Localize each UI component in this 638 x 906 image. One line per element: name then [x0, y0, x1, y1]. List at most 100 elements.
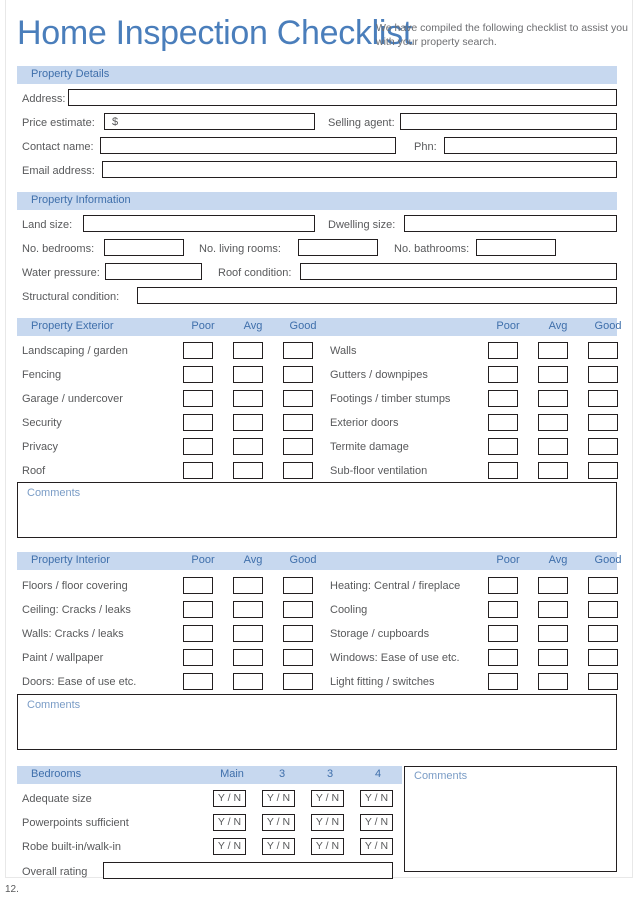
- checkbox-windows-good[interactable]: [588, 649, 618, 666]
- checkbox-landscaping-poor[interactable]: [183, 342, 213, 359]
- checkbox-paint-poor[interactable]: [183, 649, 213, 666]
- checkbox-walls-avg[interactable]: [538, 342, 568, 359]
- checkbox-light-poor[interactable]: [488, 673, 518, 690]
- checkbox-paint-good[interactable]: [283, 649, 313, 666]
- checkbox-cooling-good[interactable]: [588, 601, 618, 618]
- checkbox-light-avg[interactable]: [538, 673, 568, 690]
- checkbox-doors-good[interactable]: [283, 673, 313, 690]
- checkbox-privacy-good[interactable]: [283, 438, 313, 455]
- yn-robe-4[interactable]: Y / N: [360, 838, 393, 855]
- input-phone[interactable]: [444, 137, 617, 154]
- page-frame-left: [5, 0, 6, 878]
- checkbox-subfloor-avg[interactable]: [538, 462, 568, 479]
- checkbox-heating-avg[interactable]: [538, 577, 568, 594]
- checkbox-walls-cracks-avg[interactable]: [233, 625, 263, 642]
- checkbox-privacy-poor[interactable]: [183, 438, 213, 455]
- comments-box-interior[interactable]: [17, 694, 617, 750]
- checkbox-storage-poor[interactable]: [488, 625, 518, 642]
- input-roof-condition[interactable]: [300, 263, 617, 280]
- checkbox-cooling-poor[interactable]: [488, 601, 518, 618]
- input-no-bathrooms[interactable]: [476, 239, 556, 256]
- checkbox-subfloor-good[interactable]: [588, 462, 618, 479]
- checkbox-footings-poor[interactable]: [488, 390, 518, 407]
- section-band-property-exterior: Property Exterior Poor Avg Good Poor Avg…: [17, 318, 621, 336]
- input-overall-rating[interactable]: [103, 862, 393, 879]
- checkbox-heating-poor[interactable]: [488, 577, 518, 594]
- checkbox-windows-avg[interactable]: [538, 649, 568, 666]
- input-no-bedrooms[interactable]: [104, 239, 184, 256]
- checkbox-ceiling-good[interactable]: [283, 601, 313, 618]
- checkbox-subfloor-poor[interactable]: [488, 462, 518, 479]
- checkbox-exterior-doors-poor[interactable]: [488, 414, 518, 431]
- checkbox-exterior-doors-good[interactable]: [588, 414, 618, 431]
- checkbox-cooling-avg[interactable]: [538, 601, 568, 618]
- checkbox-storage-good[interactable]: [588, 625, 618, 642]
- yn-powerpoints-4[interactable]: Y / N: [360, 814, 393, 831]
- checkbox-paint-avg[interactable]: [233, 649, 263, 666]
- checkbox-walls-good[interactable]: [588, 342, 618, 359]
- checkbox-landscaping-avg[interactable]: [233, 342, 263, 359]
- checkbox-gutters-good[interactable]: [588, 366, 618, 383]
- checkbox-termite-poor[interactable]: [488, 438, 518, 455]
- checkbox-security-avg[interactable]: [233, 414, 263, 431]
- yn-adequate-size-main[interactable]: Y / N: [213, 790, 246, 807]
- checkbox-gutters-poor[interactable]: [488, 366, 518, 383]
- checkbox-walls-cracks-poor[interactable]: [183, 625, 213, 642]
- checkbox-ceiling-poor[interactable]: [183, 601, 213, 618]
- input-price-estimate[interactable]: [104, 113, 315, 130]
- input-water-pressure[interactable]: [105, 263, 202, 280]
- checkbox-exterior-doors-avg[interactable]: [538, 414, 568, 431]
- input-email-address[interactable]: [102, 161, 617, 178]
- checkbox-doors-avg[interactable]: [233, 673, 263, 690]
- comments-box-exterior[interactable]: [17, 482, 617, 538]
- yn-robe-2[interactable]: Y / N: [262, 838, 295, 855]
- checkbox-storage-avg[interactable]: [538, 625, 568, 642]
- checkbox-fencing-good[interactable]: [283, 366, 313, 383]
- checkbox-fencing-avg[interactable]: [233, 366, 263, 383]
- input-address[interactable]: [68, 89, 617, 106]
- checkbox-footings-good[interactable]: [588, 390, 618, 407]
- checkbox-garage-poor[interactable]: [183, 390, 213, 407]
- checkbox-termite-good[interactable]: [588, 438, 618, 455]
- checkbox-roof-avg[interactable]: [233, 462, 263, 479]
- input-structural-condition[interactable]: [137, 287, 617, 304]
- checkbox-walls-poor[interactable]: [488, 342, 518, 359]
- checkbox-floors-good[interactable]: [283, 577, 313, 594]
- yn-robe-main[interactable]: Y / N: [213, 838, 246, 855]
- input-contact-name[interactable]: [100, 137, 396, 154]
- checkbox-landscaping-good[interactable]: [283, 342, 313, 359]
- yn-adequate-size-4[interactable]: Y / N: [360, 790, 393, 807]
- input-dwelling-size[interactable]: [404, 215, 617, 232]
- checkbox-footings-avg[interactable]: [538, 390, 568, 407]
- yn-adequate-size-2[interactable]: Y / N: [262, 790, 295, 807]
- checkbox-floors-avg[interactable]: [233, 577, 263, 594]
- yn-robe-3[interactable]: Y / N: [311, 838, 344, 855]
- checkbox-floors-poor[interactable]: [183, 577, 213, 594]
- checkbox-garage-avg[interactable]: [233, 390, 263, 407]
- checkbox-gutters-avg[interactable]: [538, 366, 568, 383]
- checkbox-termite-avg[interactable]: [538, 438, 568, 455]
- checkbox-light-good[interactable]: [588, 673, 618, 690]
- checkbox-doors-poor[interactable]: [183, 673, 213, 690]
- checkbox-heating-good[interactable]: [588, 577, 618, 594]
- checkbox-ceiling-avg[interactable]: [233, 601, 263, 618]
- checkbox-roof-poor[interactable]: [183, 462, 213, 479]
- comments-label-interior: Comments: [27, 699, 81, 711]
- checkbox-security-good[interactable]: [283, 414, 313, 431]
- checkbox-privacy-avg[interactable]: [233, 438, 263, 455]
- yn-adequate-size-3[interactable]: Y / N: [311, 790, 344, 807]
- checkbox-fencing-poor[interactable]: [183, 366, 213, 383]
- yn-powerpoints-2[interactable]: Y / N: [262, 814, 295, 831]
- checkbox-roof-good[interactable]: [283, 462, 313, 479]
- checkbox-garage-good[interactable]: [283, 390, 313, 407]
- input-no-living-rooms[interactable]: [298, 239, 378, 256]
- yn-powerpoints-main[interactable]: Y / N: [213, 814, 246, 831]
- input-selling-agent[interactable]: [400, 113, 617, 130]
- checkbox-security-poor[interactable]: [183, 414, 213, 431]
- checkbox-walls-cracks-good[interactable]: [283, 625, 313, 642]
- checkbox-windows-poor[interactable]: [488, 649, 518, 666]
- input-land-size[interactable]: [83, 215, 315, 232]
- section-title-property-information: Property Information: [31, 194, 131, 206]
- yn-powerpoints-3[interactable]: Y / N: [311, 814, 344, 831]
- label-structural-condition: Structural condition:: [22, 291, 120, 303]
